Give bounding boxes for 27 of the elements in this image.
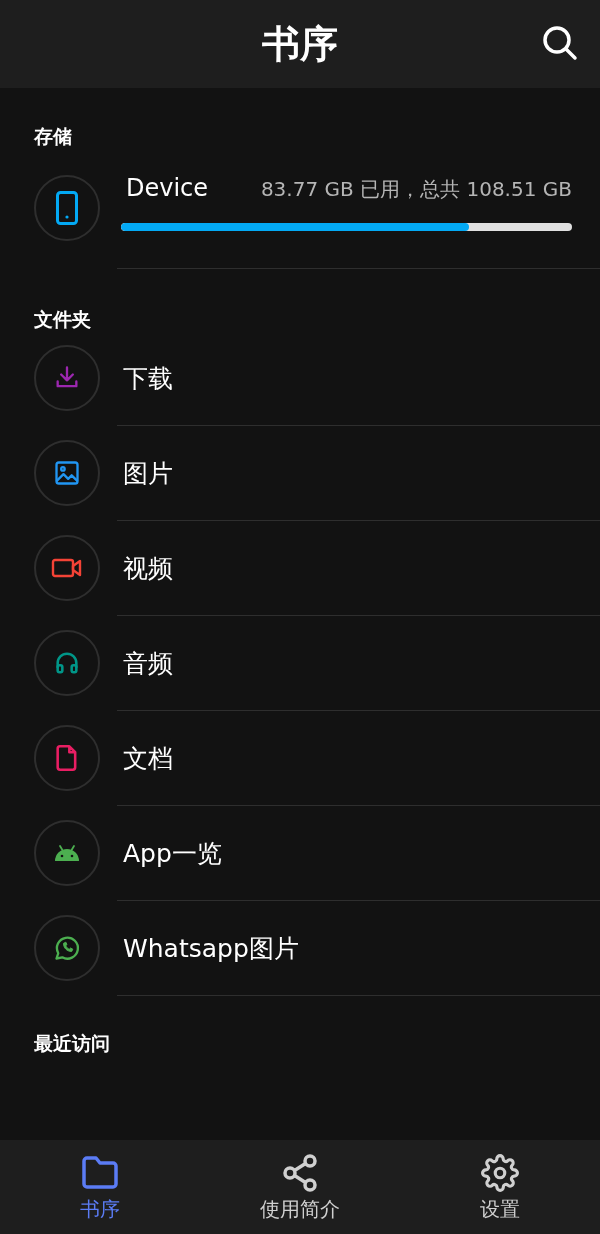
search-button[interactable] (542, 25, 578, 61)
section-label: 存储 (33, 124, 72, 148)
folder-icon (81, 1154, 119, 1192)
android-icon (53, 843, 81, 863)
video-camera-icon (51, 556, 83, 580)
image-icon (53, 459, 81, 487)
nav-tab[interactable]: 使用简介 (200, 1140, 400, 1234)
phone-icon (56, 191, 78, 225)
folder-item[interactable]: 文档 (123, 741, 173, 775)
headphones-icon (53, 649, 81, 677)
folder-item[interactable]: Whatsapp图片 (123, 931, 299, 965)
nav-tab[interactable]: 书序 (0, 1140, 200, 1234)
folder-item[interactable]: 图片 (123, 456, 173, 490)
search-icon (542, 25, 578, 61)
nav-tab[interactable]: 设置 (400, 1140, 600, 1234)
folder-item[interactable]: App一览 (123, 836, 222, 870)
share-icon (282, 1154, 318, 1192)
section-label: 最近访问 (33, 1031, 110, 1055)
folder-item[interactable]: 下载 (123, 361, 173, 395)
storage-usage: 83.77 GB 已用，总共 108.51 GB (260, 175, 572, 203)
settings-icon (480, 1154, 520, 1192)
section-label: 文件夹 (33, 307, 91, 331)
device-name[interactable]: Device (126, 173, 209, 202)
app-title: 书序 (262, 20, 338, 68)
folder-item[interactable]: 音频 (123, 646, 173, 680)
chat-phone-icon (53, 934, 81, 962)
folder-item[interactable]: 视频 (123, 551, 173, 585)
